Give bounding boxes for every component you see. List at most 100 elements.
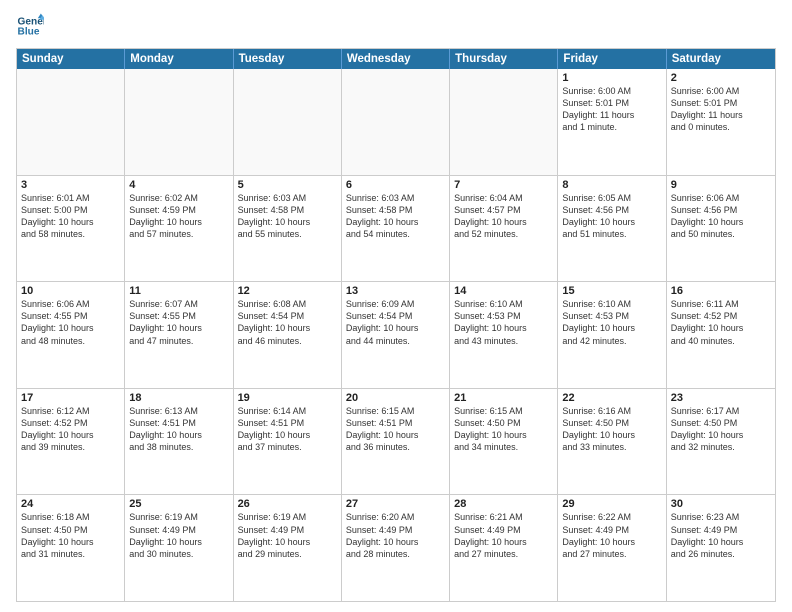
week-row-4: 17Sunrise: 6:12 AM Sunset: 4:52 PM Dayli…: [17, 388, 775, 495]
day-cell-5: 5Sunrise: 6:03 AM Sunset: 4:58 PM Daylig…: [234, 176, 342, 282]
col-header-wednesday: Wednesday: [342, 49, 450, 69]
day-info: Sunrise: 6:11 AM Sunset: 4:52 PM Dayligh…: [671, 298, 771, 347]
day-cell-7: 7Sunrise: 6:04 AM Sunset: 4:57 PM Daylig…: [450, 176, 558, 282]
svg-text:Blue: Blue: [18, 27, 40, 38]
day-cell-empty: [125, 69, 233, 175]
day-number: 26: [238, 498, 337, 510]
day-cell-18: 18Sunrise: 6:13 AM Sunset: 4:51 PM Dayli…: [125, 389, 233, 495]
day-cell-20: 20Sunrise: 6:15 AM Sunset: 4:51 PM Dayli…: [342, 389, 450, 495]
day-number: 19: [238, 392, 337, 404]
day-info: Sunrise: 6:10 AM Sunset: 4:53 PM Dayligh…: [454, 298, 553, 347]
col-header-thursday: Thursday: [450, 49, 558, 69]
week-row-3: 10Sunrise: 6:06 AM Sunset: 4:55 PM Dayli…: [17, 281, 775, 388]
day-number: 2: [671, 72, 771, 84]
day-cell-empty: [17, 69, 125, 175]
day-number: 12: [238, 285, 337, 297]
day-info: Sunrise: 6:20 AM Sunset: 4:49 PM Dayligh…: [346, 511, 445, 560]
logo-icon: General Blue: [16, 12, 44, 40]
day-info: Sunrise: 6:17 AM Sunset: 4:50 PM Dayligh…: [671, 405, 771, 454]
day-info: Sunrise: 6:06 AM Sunset: 4:56 PM Dayligh…: [671, 192, 771, 241]
day-info: Sunrise: 6:01 AM Sunset: 5:00 PM Dayligh…: [21, 192, 120, 241]
day-info: Sunrise: 6:13 AM Sunset: 4:51 PM Dayligh…: [129, 405, 228, 454]
day-number: 22: [562, 392, 661, 404]
day-info: Sunrise: 6:06 AM Sunset: 4:55 PM Dayligh…: [21, 298, 120, 347]
col-header-monday: Monday: [125, 49, 233, 69]
day-number: 9: [671, 179, 771, 191]
day-cell-29: 29Sunrise: 6:22 AM Sunset: 4:49 PM Dayli…: [558, 495, 666, 601]
day-info: Sunrise: 6:16 AM Sunset: 4:50 PM Dayligh…: [562, 405, 661, 454]
day-cell-24: 24Sunrise: 6:18 AM Sunset: 4:50 PM Dayli…: [17, 495, 125, 601]
col-header-tuesday: Tuesday: [234, 49, 342, 69]
day-number: 14: [454, 285, 553, 297]
day-cell-28: 28Sunrise: 6:21 AM Sunset: 4:49 PM Dayli…: [450, 495, 558, 601]
day-cell-9: 9Sunrise: 6:06 AM Sunset: 4:56 PM Daylig…: [667, 176, 775, 282]
week-row-1: 1Sunrise: 6:00 AM Sunset: 5:01 PM Daylig…: [17, 69, 775, 175]
day-number: 28: [454, 498, 553, 510]
day-cell-empty: [342, 69, 450, 175]
day-cell-3: 3Sunrise: 6:01 AM Sunset: 5:00 PM Daylig…: [17, 176, 125, 282]
day-number: 4: [129, 179, 228, 191]
day-number: 16: [671, 285, 771, 297]
day-cell-empty: [450, 69, 558, 175]
day-cell-21: 21Sunrise: 6:15 AM Sunset: 4:50 PM Dayli…: [450, 389, 558, 495]
day-cell-14: 14Sunrise: 6:10 AM Sunset: 4:53 PM Dayli…: [450, 282, 558, 388]
day-info: Sunrise: 6:00 AM Sunset: 5:01 PM Dayligh…: [671, 85, 771, 134]
day-number: 6: [346, 179, 445, 191]
day-number: 21: [454, 392, 553, 404]
day-number: 20: [346, 392, 445, 404]
day-info: Sunrise: 6:04 AM Sunset: 4:57 PM Dayligh…: [454, 192, 553, 241]
day-number: 11: [129, 285, 228, 297]
calendar: SundayMondayTuesdayWednesdayThursdayFrid…: [16, 48, 776, 602]
day-info: Sunrise: 6:07 AM Sunset: 4:55 PM Dayligh…: [129, 298, 228, 347]
day-number: 7: [454, 179, 553, 191]
day-cell-22: 22Sunrise: 6:16 AM Sunset: 4:50 PM Dayli…: [558, 389, 666, 495]
day-info: Sunrise: 6:19 AM Sunset: 4:49 PM Dayligh…: [129, 511, 228, 560]
day-info: Sunrise: 6:03 AM Sunset: 4:58 PM Dayligh…: [238, 192, 337, 241]
day-cell-11: 11Sunrise: 6:07 AM Sunset: 4:55 PM Dayli…: [125, 282, 233, 388]
day-info: Sunrise: 6:23 AM Sunset: 4:49 PM Dayligh…: [671, 511, 771, 560]
col-header-friday: Friday: [558, 49, 666, 69]
col-header-saturday: Saturday: [667, 49, 775, 69]
day-info: Sunrise: 6:18 AM Sunset: 4:50 PM Dayligh…: [21, 511, 120, 560]
column-headers: SundayMondayTuesdayWednesdayThursdayFrid…: [17, 49, 775, 69]
day-info: Sunrise: 6:08 AM Sunset: 4:54 PM Dayligh…: [238, 298, 337, 347]
day-info: Sunrise: 6:12 AM Sunset: 4:52 PM Dayligh…: [21, 405, 120, 454]
day-number: 18: [129, 392, 228, 404]
day-info: Sunrise: 6:15 AM Sunset: 4:51 PM Dayligh…: [346, 405, 445, 454]
week-row-2: 3Sunrise: 6:01 AM Sunset: 5:00 PM Daylig…: [17, 175, 775, 282]
day-cell-12: 12Sunrise: 6:08 AM Sunset: 4:54 PM Dayli…: [234, 282, 342, 388]
day-number: 8: [562, 179, 661, 191]
day-number: 3: [21, 179, 120, 191]
day-info: Sunrise: 6:02 AM Sunset: 4:59 PM Dayligh…: [129, 192, 228, 241]
day-cell-30: 30Sunrise: 6:23 AM Sunset: 4:49 PM Dayli…: [667, 495, 775, 601]
col-header-sunday: Sunday: [17, 49, 125, 69]
day-number: 1: [562, 72, 661, 84]
day-info: Sunrise: 6:22 AM Sunset: 4:49 PM Dayligh…: [562, 511, 661, 560]
day-cell-13: 13Sunrise: 6:09 AM Sunset: 4:54 PM Dayli…: [342, 282, 450, 388]
day-number: 29: [562, 498, 661, 510]
day-info: Sunrise: 6:10 AM Sunset: 4:53 PM Dayligh…: [562, 298, 661, 347]
day-info: Sunrise: 6:03 AM Sunset: 4:58 PM Dayligh…: [346, 192, 445, 241]
logo: General Blue: [16, 12, 44, 40]
day-cell-19: 19Sunrise: 6:14 AM Sunset: 4:51 PM Dayli…: [234, 389, 342, 495]
day-cell-17: 17Sunrise: 6:12 AM Sunset: 4:52 PM Dayli…: [17, 389, 125, 495]
day-number: 23: [671, 392, 771, 404]
day-cell-15: 15Sunrise: 6:10 AM Sunset: 4:53 PM Dayli…: [558, 282, 666, 388]
day-cell-empty: [234, 69, 342, 175]
header: General Blue: [16, 12, 776, 40]
day-number: 25: [129, 498, 228, 510]
day-number: 30: [671, 498, 771, 510]
day-cell-10: 10Sunrise: 6:06 AM Sunset: 4:55 PM Dayli…: [17, 282, 125, 388]
day-info: Sunrise: 6:05 AM Sunset: 4:56 PM Dayligh…: [562, 192, 661, 241]
day-cell-26: 26Sunrise: 6:19 AM Sunset: 4:49 PM Dayli…: [234, 495, 342, 601]
weeks: 1Sunrise: 6:00 AM Sunset: 5:01 PM Daylig…: [17, 69, 775, 601]
day-number: 10: [21, 285, 120, 297]
day-number: 13: [346, 285, 445, 297]
day-cell-23: 23Sunrise: 6:17 AM Sunset: 4:50 PM Dayli…: [667, 389, 775, 495]
day-cell-2: 2Sunrise: 6:00 AM Sunset: 5:01 PM Daylig…: [667, 69, 775, 175]
day-number: 5: [238, 179, 337, 191]
day-info: Sunrise: 6:14 AM Sunset: 4:51 PM Dayligh…: [238, 405, 337, 454]
day-number: 24: [21, 498, 120, 510]
day-number: 17: [21, 392, 120, 404]
day-info: Sunrise: 6:00 AM Sunset: 5:01 PM Dayligh…: [562, 85, 661, 134]
